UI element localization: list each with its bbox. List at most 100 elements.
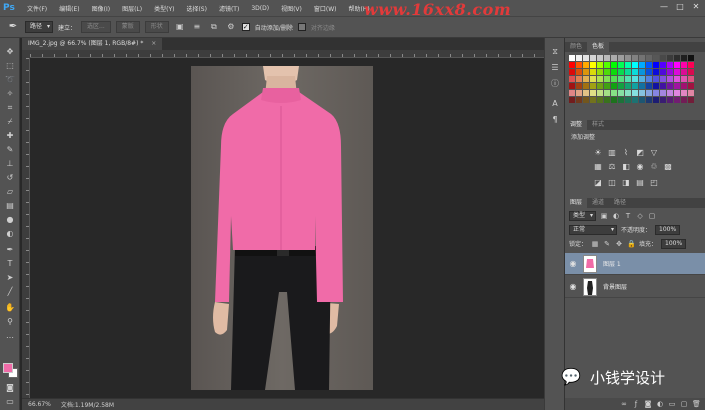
properties-icon[interactable]: ☰ — [549, 62, 561, 74]
close-button[interactable]: ✕ — [691, 2, 701, 12]
color-swatch[interactable] — [590, 55, 596, 61]
fill-input[interactable]: 100% — [661, 238, 687, 249]
color-swatch[interactable] — [688, 97, 694, 103]
color-swatch[interactable] — [681, 55, 687, 61]
color-swatch[interactable] — [639, 69, 645, 75]
color-swatch[interactable] — [611, 90, 617, 96]
quick-mask-icon[interactable]: ◙ — [3, 382, 17, 394]
history-icon[interactable]: ⧖ — [549, 46, 561, 58]
brush-tool-icon[interactable]: ✎ — [3, 144, 17, 156]
color-swatch[interactable] — [604, 62, 610, 68]
color-swatch[interactable] — [639, 90, 645, 96]
lock-position-icon[interactable]: ✥ — [615, 240, 623, 248]
color-swatch[interactable] — [625, 97, 631, 103]
color-swatch[interactable] — [632, 55, 638, 61]
color-swatch[interactable] — [611, 55, 617, 61]
shape-button[interactable]: 形状 — [144, 21, 169, 33]
mask-icon[interactable]: ◙ — [644, 400, 652, 408]
color-swatch[interactable] — [632, 97, 638, 103]
color-swatch[interactable] — [688, 83, 694, 89]
color-swatch[interactable] — [674, 83, 680, 89]
color-swatch[interactable] — [618, 76, 624, 82]
document-tab[interactable]: IMG_2.jpg @ 66.7% (图层 1, RGB/8#) * × — [22, 38, 163, 50]
layer-row[interactable]: ◉ 图层 1 — [565, 253, 705, 275]
color-swatch[interactable] — [632, 90, 638, 96]
color-swatch[interactable] — [625, 90, 631, 96]
color-swatch[interactable] — [632, 83, 638, 89]
color-swatch[interactable] — [590, 90, 596, 96]
color-swatch[interactable] — [646, 83, 652, 89]
color-swatch[interactable] — [674, 55, 680, 61]
selective-color-icon[interactable]: ◰ — [649, 178, 659, 188]
blur-tool-icon[interactable]: ● — [3, 214, 17, 226]
color-swatch[interactable] — [576, 69, 582, 75]
pen-tool-icon[interactable]: ✒ — [6, 20, 20, 34]
color-swatch[interactable] — [625, 55, 631, 61]
menu-window[interactable]: 窗口(W) — [308, 4, 343, 13]
color-swatch[interactable] — [681, 97, 687, 103]
color-swatch[interactable] — [618, 62, 624, 68]
color-swatch[interactable] — [646, 62, 652, 68]
color-swatch[interactable] — [576, 55, 582, 61]
pen-tool-icon[interactable]: ✒ — [3, 244, 17, 256]
color-swatch[interactable] — [653, 69, 659, 75]
minimize-button[interactable]: — — [659, 2, 669, 12]
color-swatch[interactable] — [681, 62, 687, 68]
menu-edit[interactable]: 编辑(E) — [53, 4, 85, 13]
mode-select[interactable]: 路径 — [25, 21, 54, 33]
auto-add-checkbox[interactable]: ✓ — [241, 23, 250, 31]
path-select-icon[interactable]: ➤ — [3, 272, 17, 284]
color-swatch[interactable] — [660, 69, 666, 75]
document-info[interactable]: 文档:1.19M/2.58M — [61, 400, 114, 409]
color-swatch[interactable] — [653, 83, 659, 89]
color-swatch[interactable] — [674, 90, 680, 96]
color-swatch[interactable] — [597, 83, 603, 89]
menu-layer[interactable]: 图层(L) — [116, 4, 148, 13]
clone-stamp-icon[interactable]: ⊥ — [3, 158, 17, 170]
color-swatch[interactable] — [653, 90, 659, 96]
blend-mode-select[interactable]: 正常 — [569, 224, 617, 235]
color-swatch[interactable] — [604, 55, 610, 61]
color-swatch[interactable] — [639, 97, 645, 103]
color-swatch[interactable] — [583, 69, 589, 75]
tab-paths[interactable]: 路径 — [609, 198, 631, 208]
color-swatch[interactable] — [660, 76, 666, 82]
move-tool-icon[interactable]: ✥ — [3, 46, 17, 58]
menu-select[interactable]: 选择(S) — [180, 4, 213, 13]
lasso-tool-icon[interactable]: ➰ — [3, 74, 17, 86]
color-swatch[interactable] — [674, 76, 680, 82]
hue-saturation-icon[interactable]: ▦ — [593, 162, 603, 172]
photo-filter-icon[interactable]: ◉ — [635, 162, 645, 172]
menu-3d[interactable]: 3D(D) — [245, 5, 275, 12]
color-swatch[interactable] — [674, 62, 680, 68]
mask-button[interactable]: 蒙版 — [115, 21, 140, 33]
hand-tool-icon[interactable]: ✋ — [3, 302, 17, 314]
color-swatch[interactable] — [604, 83, 610, 89]
lock-all-icon[interactable]: 🔒 — [627, 240, 636, 248]
filter-shape-icon[interactable]: ◇ — [636, 212, 644, 220]
color-swatch[interactable] — [632, 62, 638, 68]
kind-filter-select[interactable]: 类型 — [569, 210, 597, 221]
layer-name[interactable]: 背景图层 — [603, 282, 627, 291]
tab-adjustments[interactable]: 调整 — [565, 120, 588, 130]
color-swatch[interactable] — [667, 69, 673, 75]
zoom-level[interactable]: 66.67% — [28, 401, 51, 408]
color-swatch[interactable] — [688, 90, 694, 96]
color-swatch[interactable] — [618, 55, 624, 61]
color-swatch[interactable] — [583, 97, 589, 103]
color-swatch[interactable] — [688, 76, 694, 82]
filter-adjust-icon[interactable]: ◐ — [612, 212, 620, 220]
color-swatch[interactable] — [569, 97, 575, 103]
color-swatch[interactable] — [667, 62, 673, 68]
color-swatch[interactable] — [569, 55, 575, 61]
color-swatch[interactable] — [590, 69, 596, 75]
foreground-color-swatch[interactable] — [3, 363, 13, 373]
color-swatch[interactable] — [646, 90, 652, 96]
path-ops-icon[interactable]: ▣ — [174, 21, 186, 33]
menu-file[interactable]: 文件(F) — [21, 4, 53, 13]
color-swatch[interactable] — [674, 69, 680, 75]
threshold-icon[interactable]: ◨ — [621, 178, 631, 188]
color-swatch[interactable] — [611, 62, 617, 68]
vibrance-icon[interactable]: ▽ — [649, 148, 659, 158]
menu-view[interactable]: 视图(V) — [275, 4, 308, 13]
